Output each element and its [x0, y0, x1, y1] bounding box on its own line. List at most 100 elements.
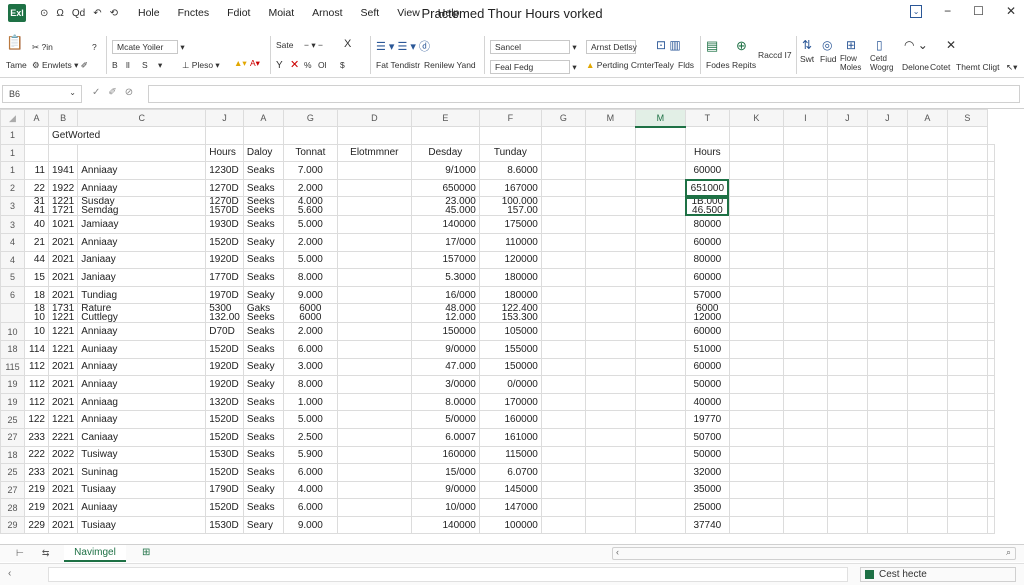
cell-hours-m[interactable]: 19770 [684, 410, 730, 429]
tools-icon[interactable]: ✕ [946, 38, 956, 52]
cell-a[interactable]: 222 [24, 445, 49, 465]
cell-tunday[interactable]: 147000 [478, 498, 542, 517]
empty-cell[interactable] [540, 392, 586, 412]
empty-cell[interactable] [826, 178, 868, 198]
cell-hours-m[interactable]: 37740 [684, 515, 730, 535]
cell-code[interactable]: 1920D [205, 250, 244, 270]
cell-g[interactable] [336, 178, 412, 198]
empty-cell[interactable] [584, 285, 636, 305]
sheet-tab-active[interactable]: Navimgel [64, 545, 126, 562]
cell-type[interactable]: Seaky [242, 232, 284, 252]
empty-cell[interactable] [946, 322, 988, 341]
cell-code[interactable]: 1520D [205, 463, 244, 482]
empty-cell[interactable] [728, 303, 784, 324]
cell-code[interactable]: 1270D [205, 178, 244, 198]
cell-code[interactable]: 1520D [205, 427, 244, 447]
cell-code[interactable]: 1520D [205, 410, 244, 429]
cell-name[interactable]: Anniaay [77, 375, 207, 394]
row-header[interactable]: 2 [0, 178, 25, 198]
empty-cell[interactable] [728, 498, 784, 517]
cell-g[interactable] [336, 196, 412, 217]
empty-cell[interactable] [728, 463, 784, 482]
empty-cell[interactable] [946, 498, 988, 517]
empty-cell[interactable] [782, 196, 828, 217]
cell-desday[interactable]: 15/000 [410, 463, 480, 482]
empty-cell[interactable] [728, 285, 784, 305]
list-icon[interactable]: ☰ ▾ ☰ ▾ ⓓ [376, 38, 430, 54]
empty-cell[interactable] [782, 410, 828, 429]
empty-cell[interactable] [826, 196, 868, 217]
empty-cell[interactable] [584, 392, 636, 412]
paste-icon[interactable]: 📋 [6, 34, 23, 51]
row-header[interactable]: 1 [0, 126, 25, 145]
empty-cell[interactable] [906, 375, 948, 394]
pending-center-button[interactable]: ▲ Pertding Crnter [586, 60, 654, 70]
empty-cell[interactable] [728, 143, 784, 163]
empty-cell[interactable] [946, 357, 988, 377]
cell-g[interactable] [336, 339, 412, 359]
cell-tunday[interactable]: 160000 [478, 410, 542, 429]
header-hours[interactable]: Hours [205, 143, 244, 163]
cell-hours-m[interactable]: 32000 [684, 463, 730, 482]
cell-a[interactable]: 11 [24, 161, 49, 180]
cell-type[interactable]: Seaky [242, 357, 284, 377]
empty-cell[interactable] [728, 392, 784, 412]
cell-code[interactable]: 1230D [205, 161, 244, 180]
empty-cell[interactable] [782, 268, 828, 287]
cell-tunday[interactable]: 145000 [478, 480, 542, 500]
empty-cell[interactable] [540, 480, 586, 500]
empty-cell[interactable] [826, 126, 868, 145]
cell-code[interactable]: 1920D [205, 375, 244, 394]
empty-cell[interactable] [986, 410, 995, 429]
cell-a[interactable]: 112 [24, 375, 49, 394]
menu-item[interactable]: Arnost [312, 7, 342, 19]
cell-desday[interactable]: 140000 [410, 215, 480, 234]
empty-cell[interactable] [986, 445, 995, 465]
empty-cell[interactable] [584, 303, 636, 324]
empty-cell[interactable] [282, 126, 338, 145]
empty-cell[interactable] [986, 196, 995, 217]
cell-tunday[interactable]: 110000 [478, 232, 542, 252]
menu-item[interactable]: Seft [361, 7, 380, 19]
empty-cell[interactable] [782, 178, 828, 198]
empty-cell[interactable] [540, 463, 586, 482]
empty-cell[interactable] [866, 410, 908, 429]
empty-cell[interactable] [782, 392, 828, 412]
empty-cell[interactable] [728, 215, 784, 234]
row-header[interactable] [0, 303, 25, 324]
empty-cell[interactable] [946, 445, 988, 465]
empty-cell[interactable] [906, 143, 948, 163]
empty-cell[interactable] [540, 375, 586, 394]
empty-cell[interactable] [540, 322, 586, 341]
cell-year[interactable]: 2022 [47, 445, 79, 465]
cell-tunday[interactable]: 155000 [478, 339, 542, 359]
cell-name[interactable]: Janiaay [77, 268, 207, 287]
cell-hours[interactable]: 5.000 [282, 250, 338, 270]
empty-cell[interactable] [584, 427, 636, 447]
empty-cell[interactable] [866, 232, 908, 252]
empty-cell[interactable] [782, 215, 828, 234]
empty-cell[interactable] [946, 178, 988, 198]
row-header[interactable]: 6 [0, 285, 25, 305]
cell-name[interactable]: Janiaay [77, 250, 207, 270]
row-header[interactable]: 4 [0, 250, 25, 270]
cell-hours-m[interactable]: 60000 [684, 322, 730, 341]
minimize-button[interactable]: − [944, 4, 951, 18]
empty-cell[interactable] [540, 196, 586, 217]
empty-cell[interactable] [728, 427, 784, 447]
empty-cell[interactable] [906, 178, 948, 198]
empty-cell[interactable] [826, 463, 868, 482]
empty-cell[interactable] [906, 515, 948, 535]
empty-cell[interactable] [986, 303, 995, 324]
column-header[interactable]: I [782, 109, 828, 127]
column-header[interactable]: C [77, 109, 207, 127]
empty-cell[interactable] [584, 410, 636, 429]
empty-cell[interactable] [540, 215, 586, 234]
themt-cligt-button[interactable]: Themt Cligt [956, 62, 999, 72]
cell-year[interactable]: 1922 [47, 178, 79, 198]
cell-tunday[interactable]: 0/0000 [478, 375, 542, 394]
empty-cell[interactable] [782, 285, 828, 305]
ribbon-display-icon[interactable]: ⌄ [910, 4, 923, 18]
cell-desday[interactable]: 9/0000 [410, 339, 480, 359]
quick-access-item[interactable]: ⟲ [110, 8, 118, 19]
